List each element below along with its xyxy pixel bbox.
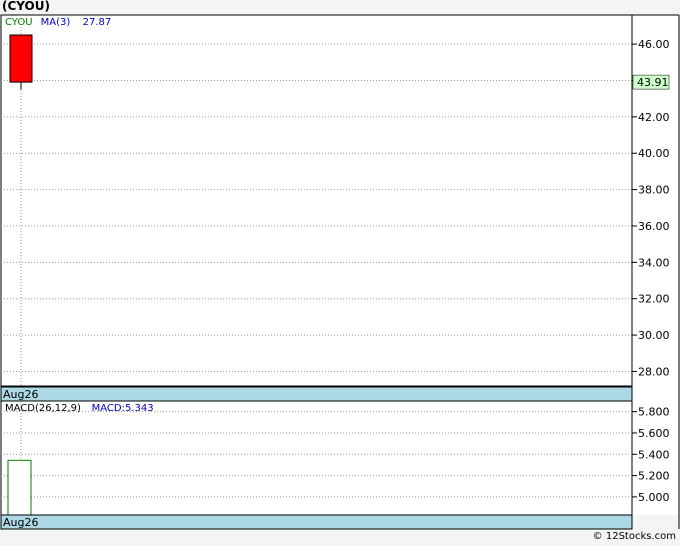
price-tick-label: 34.00 [638, 256, 670, 269]
macd-bar [7, 459, 32, 516]
price-tick-label: 36.00 [638, 220, 670, 233]
candle-body [9, 34, 33, 83]
date-bar [0, 386, 633, 402]
footer-credit: © 12Stocks.com [592, 531, 676, 542]
price-plot-area [0, 14, 633, 387]
macd-tick-label: 5.000 [638, 491, 670, 504]
price-legend-item: MA(3) [41, 17, 71, 28]
last-price-label: 43.91 [637, 76, 669, 89]
stock-chart: 46.0044.0042.0040.0038.0036.0034.0032.00… [0, 14, 680, 530]
price-tick-label: 38.00 [638, 184, 670, 197]
price-tick-label: 30.00 [638, 329, 670, 342]
price-tick-label: 42.00 [638, 111, 670, 124]
macd-tick-label: 5.600 [638, 427, 670, 440]
macd-tick-label: 5.400 [638, 448, 670, 461]
date-bar [0, 514, 633, 530]
macd-legend-item: MACD:5.343 [92, 403, 154, 414]
price-legend-item: CYOU [5, 17, 33, 28]
price-tick-label: 40.00 [638, 147, 670, 160]
price-tick-label: 46.00 [638, 38, 670, 51]
macd-plot-area [0, 400, 633, 516]
price-tick-label: 32.00 [638, 293, 670, 306]
macd-tick-label: 5.200 [638, 470, 670, 483]
price-legend-item: 27.87 [83, 17, 112, 28]
date-label: Aug26 [3, 516, 38, 529]
macd-tick-label: 5.800 [638, 406, 670, 419]
date-label: Aug26 [3, 388, 38, 401]
macd-legend-item: MACD(26,12,9) [5, 403, 81, 414]
price-tick-label: 28.00 [638, 365, 670, 378]
